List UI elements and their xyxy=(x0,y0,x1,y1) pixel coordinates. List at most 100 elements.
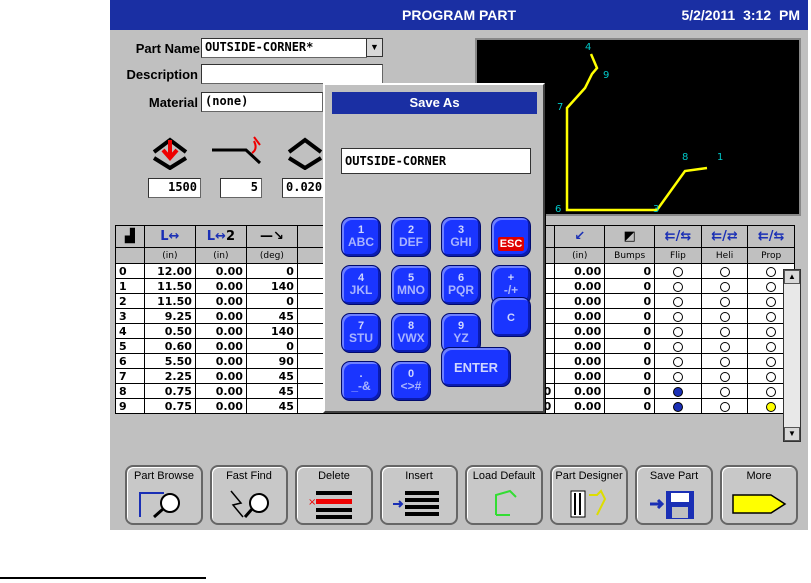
cell-flip[interactable] xyxy=(654,398,702,414)
radio-icon[interactable] xyxy=(766,341,777,352)
bend-field[interactable]: 5 xyxy=(220,178,262,198)
cell-flange[interactable]: 0.00 xyxy=(554,323,606,339)
cell-flange[interactable]: 0.00 xyxy=(554,353,606,369)
cell-backgauge-x[interactable]: 0.75 xyxy=(143,383,196,399)
key-3[interactable]: 3 GHI xyxy=(441,217,481,257)
cell-flip[interactable] xyxy=(654,353,702,369)
radio-icon[interactable] xyxy=(766,356,777,367)
cell-backgauge-x2[interactable]: 0.00 xyxy=(194,338,247,354)
cell-backgauge-x[interactable]: 12.00 xyxy=(143,263,196,279)
cell-backgauge-x[interactable]: 11.50 xyxy=(143,293,196,309)
scroll-up-icon[interactable]: ▲ xyxy=(784,270,800,284)
cell-backgauge-x2[interactable]: 0.00 xyxy=(194,323,247,339)
key-clear[interactable]: C xyxy=(491,297,531,337)
cell-flip[interactable] xyxy=(654,278,702,294)
radio-icon[interactable] xyxy=(766,281,777,292)
cell-heli[interactable] xyxy=(700,383,749,399)
cell-heli[interactable] xyxy=(700,338,749,354)
cell-angle[interactable]: 90 xyxy=(245,353,298,369)
cell-flange[interactable]: 0.00 xyxy=(554,263,606,279)
radio-icon[interactable] xyxy=(672,341,683,352)
table-scrollbar[interactable]: ▲ ▼ xyxy=(783,269,801,442)
radio-icon[interactable] xyxy=(719,401,730,412)
key-1[interactable]: 1 ABC xyxy=(341,217,381,257)
material-select[interactable]: (none) xyxy=(201,92,323,112)
key-0[interactable]: 0 <># xyxy=(391,361,431,401)
delete-button[interactable]: Delete × xyxy=(295,465,373,525)
radio-icon[interactable] xyxy=(672,311,683,322)
radio-icon[interactable] xyxy=(719,281,730,292)
radio-icon[interactable] xyxy=(672,266,683,277)
cell-flange[interactable]: 0.00 xyxy=(554,278,606,294)
cell-bumps[interactable]: 0 xyxy=(604,278,656,294)
cell-flange[interactable]: 0.00 xyxy=(554,308,606,324)
cell-angle[interactable]: 45 xyxy=(245,398,298,414)
radio-icon[interactable] xyxy=(766,371,777,382)
clearance-field[interactable]: 0.020 xyxy=(282,178,327,198)
cell-angle[interactable]: 140 xyxy=(245,278,298,294)
cell-flange[interactable]: 0.00 xyxy=(554,383,606,399)
description-field[interactable] xyxy=(201,64,383,84)
chevron-down-icon[interactable]: ▼ xyxy=(366,38,383,57)
cell-flange[interactable]: 0.00 xyxy=(554,368,606,384)
cell-angle[interactable]: 140 xyxy=(245,323,298,339)
key-7[interactable]: 7 STU xyxy=(341,313,381,353)
cell-angle[interactable]: 45 xyxy=(245,383,298,399)
cell-backgauge-x2[interactable]: 0.00 xyxy=(194,308,247,324)
cell-bumps[interactable]: 0 xyxy=(604,338,656,354)
cell-flip[interactable] xyxy=(654,338,702,354)
cell-flip[interactable] xyxy=(654,308,702,324)
radio-icon[interactable] xyxy=(766,311,777,322)
radio-icon[interactable] xyxy=(719,356,730,367)
radio-icon[interactable] xyxy=(719,341,730,352)
cell-flip[interactable] xyxy=(654,323,702,339)
cell-bumps[interactable]: 0 xyxy=(604,353,656,369)
key-esc[interactable]: ESC xyxy=(491,217,531,257)
cell-backgauge-x[interactable]: 11.50 xyxy=(143,278,196,294)
key-dot[interactable]: . _-& xyxy=(341,361,381,401)
cell-heli[interactable] xyxy=(700,398,749,414)
radio-icon[interactable] xyxy=(719,371,730,382)
key-8[interactable]: 8 VWX xyxy=(391,313,431,353)
radio-icon[interactable] xyxy=(766,296,777,307)
cell-bumps[interactable]: 0 xyxy=(604,383,656,399)
radio-icon[interactable] xyxy=(672,356,683,367)
radio-icon[interactable] xyxy=(766,326,777,337)
cell-flange[interactable]: 0.00 xyxy=(554,398,606,414)
radio-icon[interactable] xyxy=(719,326,730,337)
cell-backgauge-x2[interactable]: 0.00 xyxy=(194,383,247,399)
cell-flange[interactable]: 0.00 xyxy=(554,293,606,309)
radio-icon[interactable] xyxy=(719,266,730,277)
part-designer-button[interactable]: Part Designer xyxy=(550,465,628,525)
cell-heli[interactable] xyxy=(700,368,749,384)
cell-angle[interactable]: 0 xyxy=(245,263,298,279)
key-5[interactable]: 5 MNO xyxy=(391,265,431,305)
key-enter[interactable]: ENTER xyxy=(441,347,511,387)
radio-icon[interactable] xyxy=(719,311,730,322)
cell-backgauge-x[interactable]: 5.50 xyxy=(143,353,196,369)
insert-button[interactable]: Insert xyxy=(380,465,458,525)
cell-flange[interactable]: 0.00 xyxy=(554,338,606,354)
radio-icon[interactable] xyxy=(672,296,683,307)
radio-icon[interactable] xyxy=(672,401,683,412)
load-default-button[interactable]: Load Default xyxy=(465,465,543,525)
radio-icon[interactable] xyxy=(672,281,683,292)
cell-bumps[interactable]: 0 xyxy=(604,398,656,414)
save-part-button[interactable]: Save Part xyxy=(635,465,713,525)
cell-bumps[interactable]: 0 xyxy=(604,368,656,384)
cell-heli[interactable] xyxy=(700,308,749,324)
scroll-down-icon[interactable]: ▼ xyxy=(784,427,800,441)
cell-flip[interactable] xyxy=(654,263,702,279)
radio-icon[interactable] xyxy=(719,296,730,307)
cell-flip[interactable] xyxy=(654,383,702,399)
cell-backgauge-x2[interactable]: 0.00 xyxy=(194,293,247,309)
key-4[interactable]: 4 JKL xyxy=(341,265,381,305)
cell-backgauge-x2[interactable]: 0.00 xyxy=(194,263,247,279)
cell-heli[interactable] xyxy=(700,263,749,279)
radio-icon[interactable] xyxy=(672,371,683,382)
cell-backgauge-x2[interactable]: 0.00 xyxy=(194,353,247,369)
radio-icon[interactable] xyxy=(766,266,777,277)
radio-icon[interactable] xyxy=(672,326,683,337)
cell-bumps[interactable]: 0 xyxy=(604,323,656,339)
cell-backgauge-x[interactable]: 9.25 xyxy=(143,308,196,324)
